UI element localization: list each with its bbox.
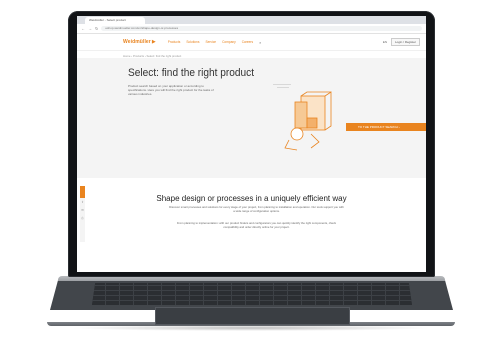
laptop-screen: Weidmüller - Select product ← → ↻ eshop.… [77, 16, 426, 272]
laptop-keyboard [92, 283, 412, 305]
logo-mark-icon: ▶ [151, 39, 156, 45]
section-paragraph-1: Discover smart processes and solutions f… [169, 205, 344, 214]
arrow-right-icon[interactable]: → [88, 24, 92, 33]
site-logo[interactable]: Weidmüller [123, 39, 151, 45]
main-nav: Products Solutions Service Company Caree… [168, 40, 253, 44]
print-icon[interactable]: ⎙ [80, 214, 85, 222]
address-bar[interactable]: eshop.weidmueller.com/en/shape-design-or… [101, 26, 422, 31]
hero-description: Product search based on your application… [128, 84, 214, 96]
product-search-button[interactable]: TO THE PRODUCT SEARCH › [346, 123, 426, 131]
mail-icon[interactable]: ✉ [80, 206, 85, 214]
nav-item-products[interactable]: Products [168, 40, 181, 44]
laptop-trackpad [155, 307, 350, 325]
product-illustration [273, 84, 332, 151]
hero-title: Select: find the right product [128, 67, 255, 79]
nav-item-service[interactable]: Service [205, 40, 216, 44]
browser-tab-strip: Weidmüller - Select product [77, 16, 426, 24]
search-icon[interactable]: ⌕ [259, 40, 261, 45]
browser-toolbar: ← → ↻ eshop.weidmueller.com/en/shape-des… [77, 24, 426, 34]
header-actions: EN Login / Register [383, 38, 420, 46]
reload-icon[interactable]: ↻ [95, 24, 98, 33]
nav-item-careers[interactable]: Careers [242, 40, 253, 44]
site-header: Weidmüller ▶ Products Solutions Service … [77, 34, 426, 51]
login-button[interactable]: Login / Register [390, 38, 420, 46]
section-title: Shape design or processes in a uniquely … [156, 194, 347, 203]
browser-tab[interactable]: Weidmüller - Select product [85, 17, 145, 24]
nav-item-company[interactable]: Company [222, 40, 236, 44]
section-paragraph-2: From planning to implementation: with ou… [176, 221, 337, 230]
language-selector[interactable]: EN [383, 40, 387, 44]
nav-item-solutions[interactable]: Solutions [186, 40, 199, 44]
arrow-left-icon[interactable]: ← [81, 24, 85, 33]
